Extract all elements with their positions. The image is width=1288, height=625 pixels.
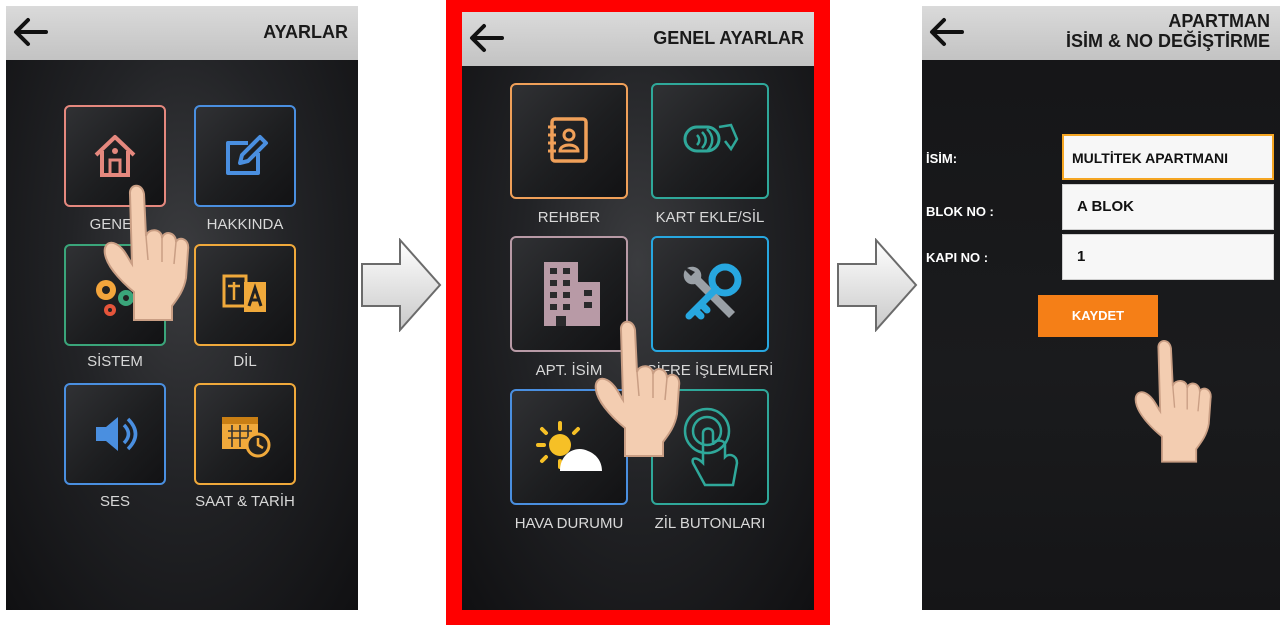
page-title-line1: APARTMAN	[1168, 11, 1270, 31]
flow-arrow-icon	[837, 238, 918, 332]
top-bar: GENEL AYARLAR	[462, 12, 814, 66]
name-label: İSİM:	[926, 151, 958, 166]
top-bar: AYARLAR	[6, 6, 358, 60]
tile-about-label: HAKKINDA	[206, 216, 284, 233]
translate-icon	[222, 274, 266, 312]
door-no-label: KAPI NO :	[926, 250, 989, 265]
pointing-hand-icon	[580, 308, 690, 458]
contactless-card-icon	[683, 123, 739, 153]
back-arrow-icon[interactable]	[12, 14, 50, 50]
flow-arrow-icon	[361, 238, 442, 332]
tile-language-label: DİL	[233, 353, 257, 370]
door-no-input[interactable]: 1	[1062, 234, 1274, 280]
pointing-hand-icon	[92, 172, 196, 322]
tile-weather-label: HAVA DURUMU	[514, 515, 624, 532]
apartment-name-screen: APARTMAN İSİM & NO DEĞİŞTİRME İSİM: MULT…	[922, 6, 1280, 610]
block-no-input[interactable]: A BLOK	[1062, 184, 1274, 230]
calendar-clock-icon	[222, 417, 271, 458]
page-title: GENEL AYARLAR	[653, 28, 804, 48]
highlight-frame: GENEL AYARLAR REHBER KART EKLE/SİL APT. …	[446, 0, 830, 625]
tile-sound[interactable]	[64, 383, 166, 485]
name-input[interactable]: MULTİTEK APARTMANI	[1062, 134, 1274, 180]
tile-card-add-remove[interactable]	[651, 83, 769, 199]
tile-about[interactable]	[194, 105, 296, 207]
tile-card-add-remove-label: KART EKLE/SİL	[655, 209, 765, 226]
back-arrow-icon[interactable]	[928, 14, 966, 50]
edit-icon	[226, 135, 268, 175]
back-arrow-icon[interactable]	[468, 20, 506, 56]
speaker-icon	[96, 417, 138, 451]
tile-bell-buttons-label: ZİL BUTONLARI	[654, 515, 766, 532]
touch-finger-icon	[683, 407, 739, 487]
top-bar: APARTMAN İSİM & NO DEĞİŞTİRME	[922, 6, 1280, 60]
tile-system-label: SİSTEM	[87, 353, 143, 370]
tile-datetime-label: SAAT & TARİH	[195, 493, 295, 510]
tile-datetime[interactable]	[194, 383, 296, 485]
tile-language[interactable]	[194, 244, 296, 346]
pointing-hand-icon	[1126, 326, 1216, 466]
tile-directory[interactable]	[510, 83, 628, 199]
settings-screen: AYARLAR GENEL HAKKINDA SİSTEM DİL SES SA…	[6, 6, 358, 610]
page-title: AYARLAR	[263, 22, 348, 42]
tile-directory-label: REHBER	[537, 209, 601, 226]
tile-sound-label: SES	[99, 493, 130, 510]
page-title-line2: İSİM & NO DEĞİŞTİRME	[1065, 31, 1270, 51]
page-title: APARTMAN İSİM & NO DEĞİŞTİRME	[1066, 11, 1270, 51]
block-no-label: BLOK NO :	[926, 204, 994, 219]
address-book-icon	[548, 117, 588, 163]
general-settings-screen: GENEL AYARLAR REHBER KART EKLE/SİL APT. …	[462, 12, 814, 610]
